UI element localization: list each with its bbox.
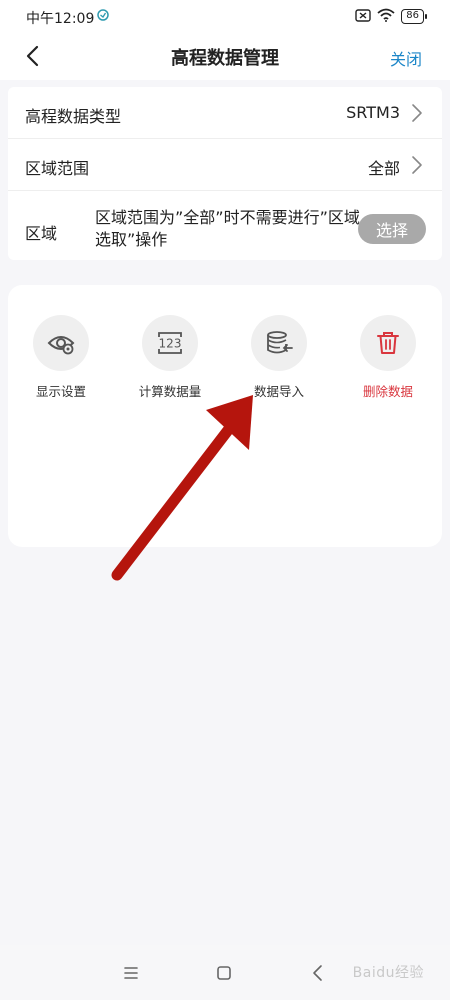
calculate-data-action[interactable]: 123 计算数据量 bbox=[120, 315, 220, 400]
svg-text:123: 123 bbox=[159, 337, 182, 351]
number-123-icon: 123 bbox=[142, 315, 198, 371]
region-row: 区域 区域范围为”全部”时不需要进行”区域选取”操作 选择 bbox=[8, 191, 442, 260]
elevation-type-row[interactable]: 高程数据类型 SRTM3 bbox=[8, 87, 442, 139]
data-import-label: 数据导入 bbox=[253, 384, 304, 399]
status-time: 中午12:09 bbox=[26, 11, 95, 27]
eye-settings-icon bbox=[33, 315, 89, 371]
elevation-type-label: 高程数据类型 bbox=[25, 107, 122, 126]
chevron-left-icon[interactable] bbox=[20, 42, 48, 70]
status-bar: 中午12:09 86 bbox=[0, 0, 450, 32]
delete-data-action[interactable]: 删除数据 bbox=[338, 315, 438, 400]
elevation-type-value: SRTM3 bbox=[346, 103, 400, 122]
watermark: Baidu经验 bbox=[352, 965, 424, 981]
actions-card: 显示设置 123 计算数据量 数据导入 删除数据 bbox=[8, 285, 442, 547]
battery-indicator: 86 bbox=[401, 8, 427, 24]
region-range-value: 全部 bbox=[367, 159, 400, 178]
database-import-icon bbox=[251, 315, 307, 371]
data-import-action[interactable]: 数据导入 bbox=[229, 315, 329, 400]
back-icon[interactable] bbox=[306, 961, 330, 985]
status-icons: 86 bbox=[355, 7, 427, 26]
close-button[interactable]: 关闭 bbox=[390, 46, 422, 70]
region-description: 区域范围为”全部”时不需要进行”区域选取”操作 bbox=[95, 208, 360, 249]
calculate-data-label: 计算数据量 bbox=[138, 384, 202, 399]
settings-card: 高程数据类型 SRTM3 区域范围 全部 区域 区域范围为”全部”时不需要进行”… bbox=[8, 87, 442, 260]
header-bar: 高程数据管理 关闭 bbox=[0, 32, 450, 80]
trash-icon bbox=[360, 315, 416, 371]
region-range-row[interactable]: 区域范围 全部 bbox=[8, 139, 442, 191]
home-icon[interactable] bbox=[212, 961, 236, 985]
chevron-right-icon bbox=[410, 155, 424, 175]
delete-data-label: 删除数据 bbox=[362, 384, 413, 399]
app-notification-icon bbox=[97, 9, 109, 24]
select-region-button[interactable]: 选择 bbox=[358, 214, 426, 244]
wifi-icon bbox=[377, 7, 395, 26]
sim-off-icon bbox=[355, 7, 371, 26]
page-title: 高程数据管理 bbox=[171, 48, 279, 69]
region-range-label: 区域范围 bbox=[25, 159, 90, 178]
display-settings-label: 显示设置 bbox=[35, 384, 86, 399]
menu-icon[interactable] bbox=[119, 961, 143, 985]
region-label: 区域 bbox=[25, 224, 58, 243]
chevron-right-icon bbox=[410, 103, 424, 123]
display-settings-action[interactable]: 显示设置 bbox=[11, 315, 111, 400]
